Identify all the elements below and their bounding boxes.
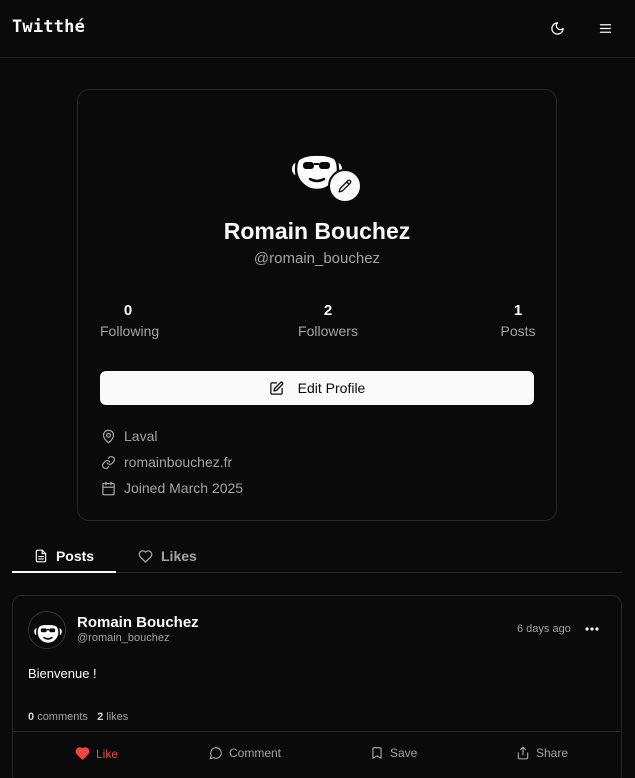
tab-posts[interactable]: Posts [12, 540, 116, 573]
moon-icon [550, 21, 564, 35]
app-logo[interactable]: Twitthé [12, 17, 85, 37]
save-button[interactable]: Save [370, 746, 417, 760]
document-icon [35, 549, 47, 562]
profile-joined: Joined March 2025 [101, 480, 243, 496]
comments-count-label: comments [37, 711, 88, 723]
comments-count: 0 [28, 711, 35, 723]
comment-label: Comment [229, 746, 282, 760]
tab-posts-label: Posts [55, 547, 95, 564]
joined-text: Joined March 2025 [124, 480, 244, 496]
profile-location: Laval [101, 428, 157, 444]
stat-followers-count: 2 [323, 302, 333, 319]
heart-filled-icon [75, 747, 90, 760]
stat-posts-count: 1 [513, 302, 523, 319]
likes-count: 2 [97, 711, 104, 723]
like-label: Like [96, 746, 119, 761]
stat-followers[interactable]: 2 Followers [298, 302, 358, 339]
comment-bubble-icon [209, 747, 222, 760]
top-header: Twitthé [0, 0, 635, 58]
share-upload-icon [517, 746, 529, 760]
link-icon [101, 455, 116, 469]
edit-profile-label: Edit Profile [297, 380, 366, 396]
edit-square-icon [269, 381, 284, 395]
post-timestamp: 6 days ago [517, 623, 571, 635]
menu-button[interactable] [594, 17, 616, 39]
post-avatar[interactable] [28, 611, 66, 649]
location-text: Laval [124, 428, 158, 444]
tab-likes-label: Likes [161, 548, 197, 564]
stat-followers-label: Followers [298, 323, 358, 339]
share-label: Share [536, 746, 569, 760]
stat-following-label: Following [100, 323, 160, 339]
website-link[interactable]: romainbouchez.fr [124, 454, 232, 470]
heart-outline-icon [138, 549, 153, 563]
stat-following[interactable]: 0 Following [100, 302, 160, 339]
tab-likes[interactable]: Likes [138, 540, 197, 572]
stat-following-count: 0 [123, 302, 133, 319]
stat-posts-label: Posts [500, 323, 536, 339]
profile-card: Romain Bouchez @romain_bouchez 0 Followi… [77, 89, 557, 521]
post-actions-bar: Like Comment Save Share [13, 731, 621, 775]
edit-profile-button[interactable]: Edit Profile [100, 371, 534, 405]
likes-count-label: likes [106, 711, 129, 723]
profile-avatar-container [288, 139, 362, 203]
map-pin-icon [102, 429, 115, 443]
more-horizontal-icon [585, 627, 599, 631]
profile-website: romainbouchez.fr [101, 454, 232, 470]
comment-button[interactable]: Comment [209, 746, 281, 760]
theme-toggle-button[interactable] [546, 17, 568, 39]
share-button[interactable]: Share [516, 746, 568, 760]
bookmark-icon [372, 747, 382, 759]
post-more-button[interactable] [583, 622, 601, 636]
stat-posts[interactable]: 1 Posts [498, 302, 538, 339]
post-author-handle: @romain_bouchez [77, 632, 170, 644]
profile-handle: @romain_bouchez [253, 250, 381, 267]
calendar-icon [102, 481, 115, 495]
post-content: Bienvenue ! [28, 666, 97, 681]
profile-name: Romain Bouchez [223, 218, 411, 244]
save-label: Save [390, 746, 418, 760]
post-author-name[interactable]: Romain Bouchez [77, 614, 199, 631]
post-counts: 0 comments 2 likes [28, 711, 128, 723]
profile-tabs: Posts Likes [12, 540, 622, 573]
cartoon-face-avatar-icon [29, 612, 65, 648]
edit-avatar-button[interactable] [328, 169, 362, 203]
like-button[interactable]: Like [75, 746, 118, 761]
hamburger-menu-icon [599, 23, 611, 33]
pencil-icon [338, 179, 352, 193]
post-card: Romain Bouchez @romain_bouchez 6 days ag… [12, 595, 622, 778]
